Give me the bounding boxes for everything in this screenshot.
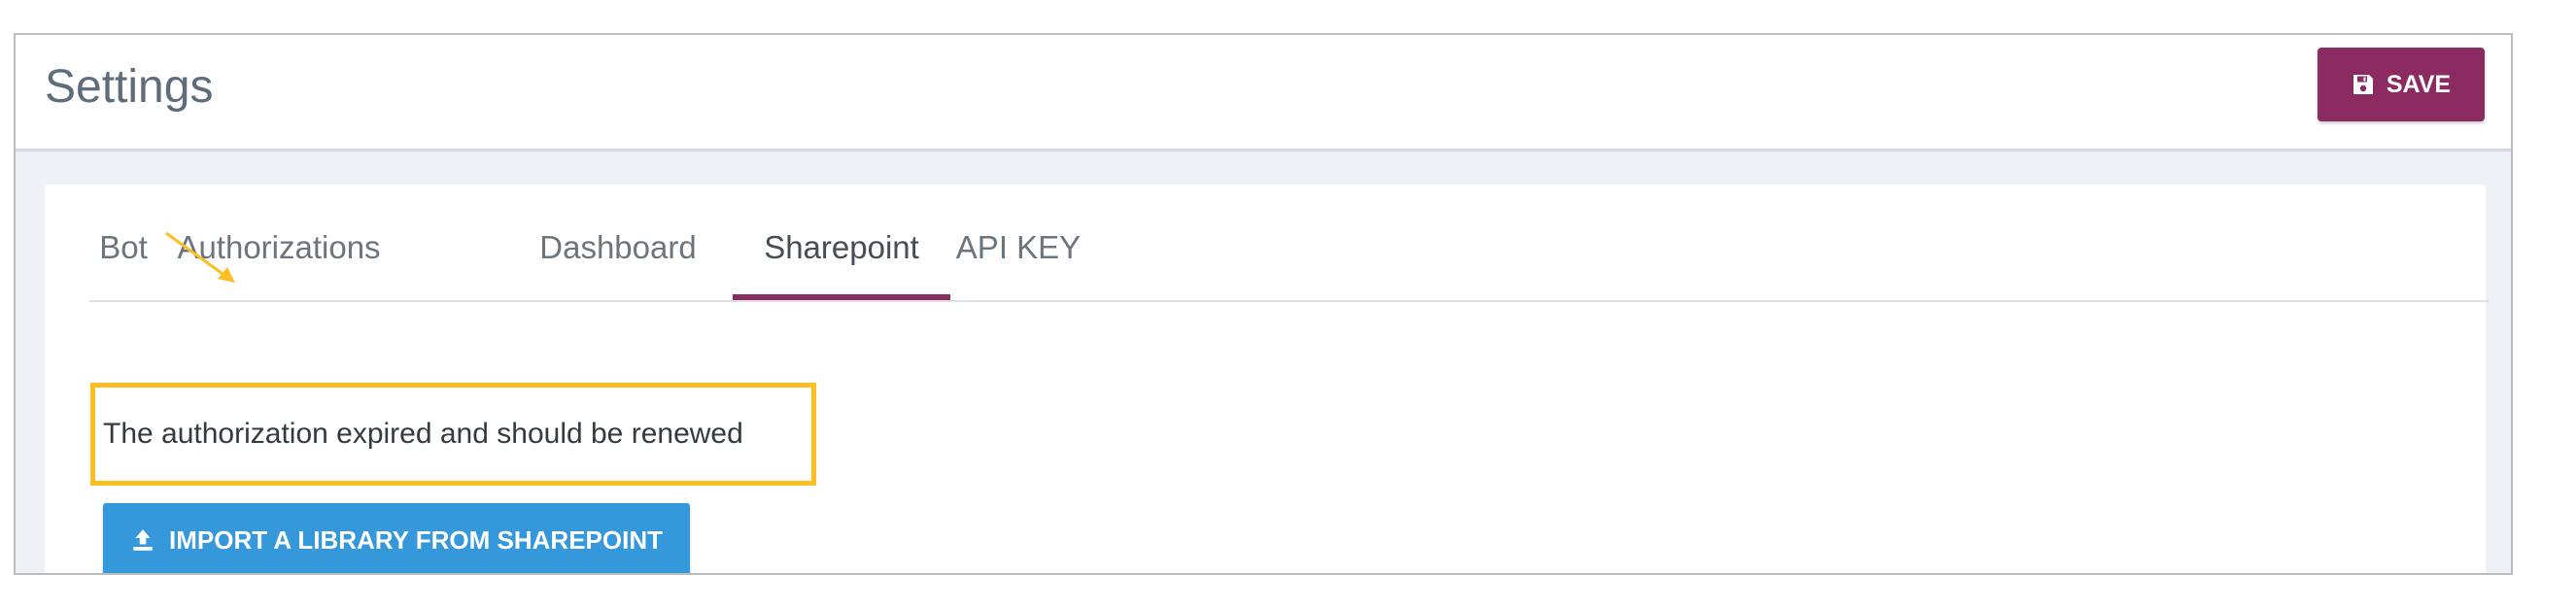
tab-bot-label: Bot [99,229,148,265]
settings-window: Settings SAVE Bot Authorizations Dashboa… [14,33,2513,575]
settings-header: Settings SAVE [16,35,2511,152]
tab-dashboard[interactable]: Dashboard [532,218,704,300]
page-title: Settings [45,61,214,113]
upload-icon [130,527,155,553]
tab-dashboard-label: Dashboard [539,229,697,265]
settings-tabs: Bot Authorizations Dashboard Sharepoint … [89,185,2489,302]
save-button[interactable]: SAVE [2318,48,2485,121]
import-library-label: IMPORT A LIBRARY FROM SHAREPOINT [169,524,663,555]
annotation-arrow-icon [165,231,235,283]
import-library-button[interactable]: IMPORT A LIBRARY FROM SHAREPOINT [103,503,690,573]
settings-card: Bot Authorizations Dashboard Sharepoint … [45,185,2489,573]
save-button-label: SAVE [2386,70,2452,98]
tab-sharepoint-label: Sharepoint [764,229,919,265]
tab-api-key-label: API KEY [955,229,1082,265]
floppy-disk-icon [2352,73,2375,96]
notice-text: The authorization expired and should be … [103,418,743,450]
tab-api-key[interactable]: API KEY [950,218,1086,300]
tab-sharepoint[interactable]: Sharepoint [733,218,950,300]
tab-bot[interactable]: Bot [89,218,157,300]
authorization-expired-notice: The authorization expired and should be … [90,383,816,486]
